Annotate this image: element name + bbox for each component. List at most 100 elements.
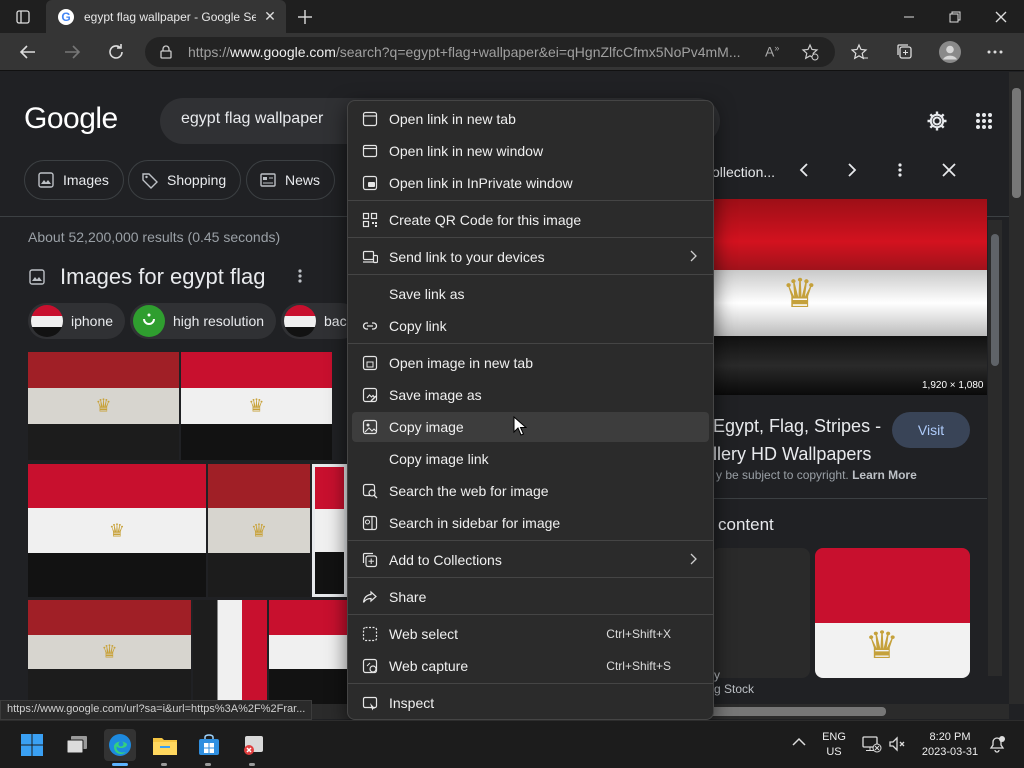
result-image[interactable]: ♛ [28, 464, 206, 597]
show-hidden-icons-chevron-icon[interactable] [792, 737, 806, 747]
restore-button[interactable] [932, 0, 978, 33]
menu-item-open-image-new-tab[interactable]: Open image in new tab [352, 348, 709, 378]
image-dimensions: 1,920 × 1,080 [922, 380, 984, 391]
gear-icon[interactable] [926, 110, 948, 132]
visit-button[interactable]: Visit [892, 412, 970, 448]
panel-close-icon[interactable] [941, 162, 957, 178]
minimize-button[interactable] [886, 0, 932, 33]
menu-item-share[interactable]: Share [352, 582, 709, 612]
menu-item-save-image-as[interactable]: Save image as [352, 380, 709, 410]
network-disconnected-icon[interactable] [862, 735, 882, 753]
panel-scrollbar-thumb[interactable] [991, 234, 999, 366]
page-horizontal-scrollbar-thumb[interactable] [700, 707, 886, 716]
images-heading-label[interactable]: Images for egypt flag [60, 264, 265, 290]
result-image[interactable]: ♛ [208, 464, 310, 597]
lock-icon[interactable] [159, 45, 173, 59]
read-aloud-icon[interactable]: A» [765, 43, 779, 60]
tab-actions-icon[interactable] [0, 0, 46, 33]
settings-more-icon[interactable] [980, 37, 1010, 67]
eagle-emblem-icon: ♛ [101, 641, 118, 662]
file-explorer-icon[interactable] [149, 729, 181, 761]
profile-avatar-icon[interactable] [935, 37, 965, 67]
panel-more-icon[interactable] [898, 162, 902, 178]
menu-label: Open link in new window [389, 143, 544, 159]
menu-item-open-link-inprivate[interactable]: Open link in InPrivate window [352, 168, 709, 198]
more-options-icon[interactable] [298, 268, 302, 284]
notifications-icon[interactable] [988, 735, 1006, 753]
related-image[interactable] [712, 548, 810, 678]
chip-news[interactable]: News [246, 160, 336, 200]
result-image[interactable]: ♛ [28, 600, 191, 704]
next-chevron-icon[interactable] [845, 162, 859, 178]
menu-item-save-link-as[interactable]: Save link as [352, 279, 709, 309]
result-image-selected[interactable] [312, 464, 347, 597]
collection-label[interactable]: ollection... [712, 164, 775, 180]
menu-item-web-capture[interactable]: Web capture Ctrl+Shift+S [352, 651, 709, 681]
result-image[interactable]: ♛ [181, 352, 332, 460]
refinement-chip-iphone[interactable]: iphone [28, 303, 126, 339]
menu-item-copy-image-link[interactable]: Copy image link [352, 444, 709, 474]
clock[interactable]: 8:20 PM 2023-03-31 [914, 730, 986, 760]
running-app-indicator [161, 763, 167, 766]
preview-image[interactable]: ♛ [712, 199, 987, 395]
forward-arrow-icon[interactable] [57, 37, 87, 67]
chip-images[interactable]: Images [24, 160, 124, 200]
snipping-tool-icon[interactable] [237, 729, 269, 761]
menu-label: Inspect [389, 695, 435, 711]
page-vertical-scrollbar-thumb[interactable] [1012, 88, 1021, 198]
close-window-button[interactable] [978, 0, 1024, 33]
browser-toolbar: https://www.google.com/search?q=egypt+fl… [0, 33, 1024, 71]
preview-title[interactable]: Egypt, Flag, Stripes - llery HD Wallpape… [713, 412, 881, 468]
learn-more-link[interactable]: Learn More [852, 468, 917, 482]
eagle-emblem-icon: ♛ [865, 625, 900, 667]
refinement-chip-high-resolution[interactable]: high resolution [130, 303, 277, 339]
new-tab-button[interactable] [282, 0, 328, 33]
related-image[interactable]: ♛ [815, 548, 970, 678]
menu-item-inspect[interactable]: Inspect [352, 688, 709, 718]
menu-item-open-link-new-window[interactable]: Open link in new window [352, 136, 709, 166]
apps-grid-icon[interactable] [975, 112, 993, 130]
store-app-icon[interactable] [193, 729, 225, 761]
eagle-emblem-icon: ♛ [250, 520, 268, 540]
qr-code-icon [362, 212, 378, 228]
menu-shortcut: Ctrl+Shift+S [606, 659, 671, 673]
menu-item-open-link-new-tab[interactable]: Open link in new tab [352, 104, 709, 134]
windows-start-icon[interactable] [16, 729, 48, 761]
menu-item-search-web-for-image[interactable]: Search the web for image [352, 476, 709, 506]
menu-item-add-to-collections[interactable]: Add to Collections [352, 545, 709, 575]
chip-shopping[interactable]: Shopping [128, 160, 242, 200]
back-arrow-icon[interactable] [13, 37, 43, 67]
volume-muted-icon[interactable] [888, 735, 906, 753]
address-bar[interactable]: https://www.google.com/search?q=egypt+fl… [145, 37, 835, 67]
menu-item-create-qr-code[interactable]: Create QR Code for this image [352, 205, 709, 235]
menu-separator [348, 683, 713, 684]
menu-item-send-link-devices[interactable]: Send link to your devices [352, 242, 709, 272]
browser-tab-active[interactable]: G egypt flag wallpaper - Google Se ✕ [46, 0, 286, 33]
result-image[interactable] [193, 600, 267, 704]
favorites-icon[interactable] [845, 37, 875, 67]
status-bar-url: https://www.google.com/url?sa=i&url=http… [0, 700, 313, 720]
previous-chevron-icon[interactable] [797, 162, 811, 178]
menu-item-web-select[interactable]: Web select Ctrl+Shift+X [352, 619, 709, 649]
collections-icon[interactable] [890, 37, 920, 67]
menu-item-search-sidebar-for-image[interactable]: Search in sidebar for image [352, 508, 709, 538]
menu-label: Copy image link [389, 451, 489, 467]
menu-separator [348, 614, 713, 615]
menu-item-copy-link[interactable]: Copy link [352, 311, 709, 341]
result-image[interactable] [269, 600, 347, 704]
language-indicator[interactable]: ENG US [816, 730, 852, 760]
url-path: /search?q=egypt+flag+wallpaper&ei=qHgnZl… [335, 44, 741, 60]
images-section-heading: Images for egypt flag [28, 264, 265, 290]
add-favorite-icon[interactable] [801, 43, 819, 61]
google-logo[interactable]: Google [24, 102, 118, 136]
task-view-icon[interactable] [61, 729, 93, 761]
menu-separator [348, 540, 713, 541]
result-image[interactable]: ♛ [28, 352, 179, 460]
tab-close-icon[interactable]: ✕ [262, 8, 278, 25]
edge-browser-icon[interactable] [104, 729, 136, 761]
menu-label: Web select [389, 626, 458, 642]
results-stats: About 52,200,000 results (0.45 seconds) [28, 229, 281, 245]
menu-item-copy-image[interactable]: Copy image [352, 412, 709, 442]
refresh-icon[interactable] [101, 37, 131, 67]
chip-label: News [285, 172, 321, 188]
